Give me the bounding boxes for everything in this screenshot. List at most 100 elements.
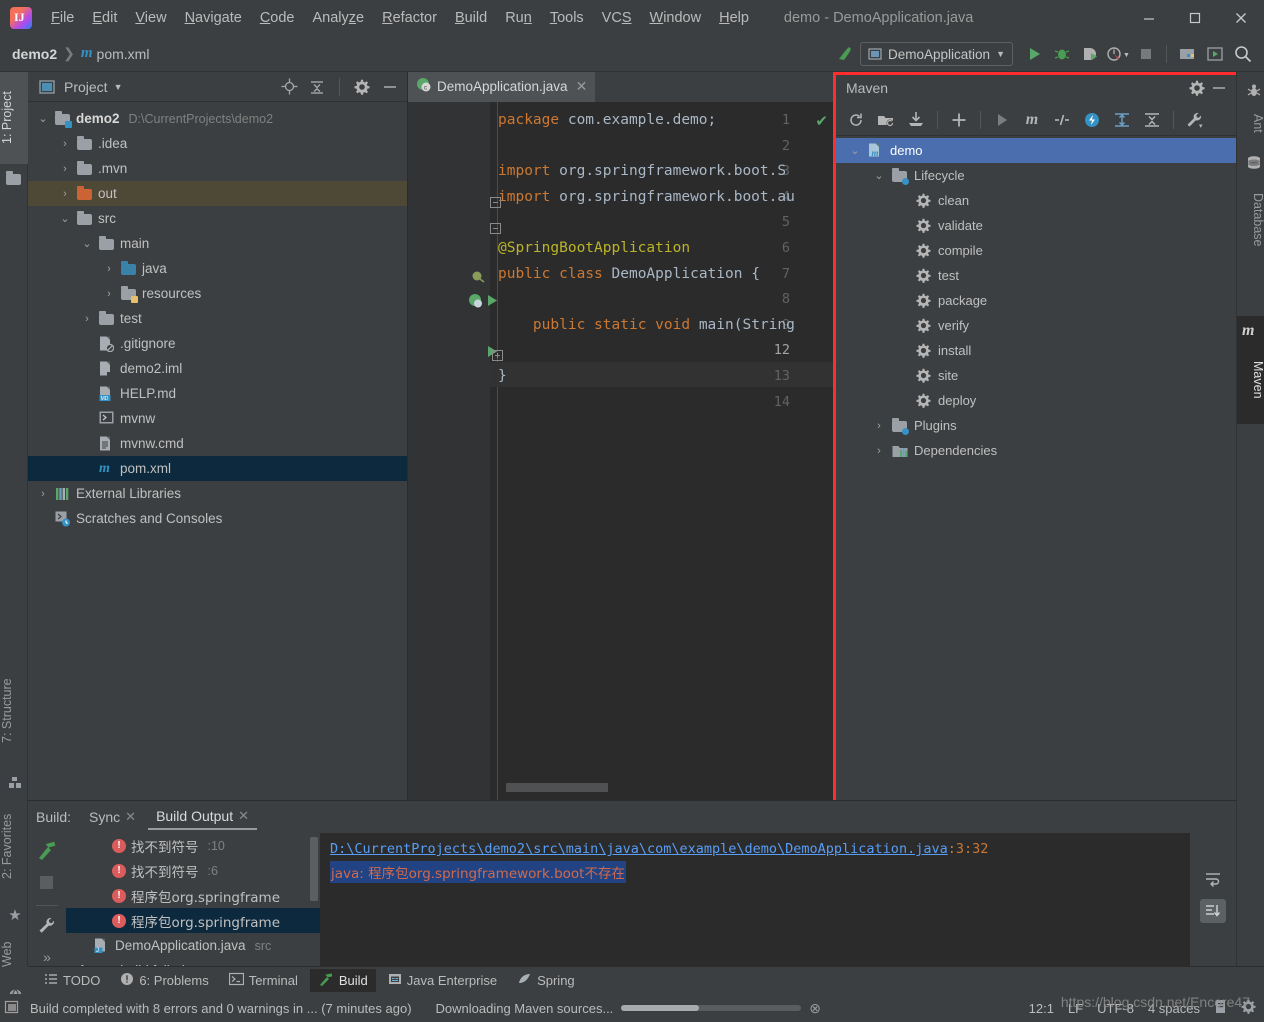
menu-analyze[interactable]: Analyze — [304, 6, 374, 30]
maven-tree-row[interactable]: install — [836, 338, 1236, 363]
bottom-tab-problems[interactable]: 6: Problems — [112, 969, 216, 992]
run-icon[interactable] — [1021, 41, 1047, 67]
reimport-icon[interactable] — [842, 107, 870, 133]
menu-help[interactable]: Help — [710, 6, 758, 30]
project-tree-row[interactable]: · Scratches and Consoles — [28, 506, 407, 531]
chevron-down-icon[interactable]: ⌄ — [58, 212, 72, 225]
project-tree-row[interactable]: › java — [28, 256, 407, 281]
maven-tree-row[interactable]: package — [836, 288, 1236, 313]
maven-tree-row[interactable]: verify — [836, 313, 1236, 338]
fold-expand-icon[interactable] — [492, 349, 503, 364]
project-tree-row[interactable]: › out — [28, 181, 407, 206]
soft-wrap-icon[interactable] — [1200, 867, 1226, 891]
maven-tree-row[interactable]: ⌄ m demo — [836, 138, 1236, 163]
build-tree-scrollbar[interactable] — [310, 837, 318, 901]
vcs-update-icon[interactable] — [832, 41, 858, 67]
project-tree[interactable]: ⌄ demo2 D:\CurrentProjects\demo2 › .idea › .mv… — [28, 102, 407, 531]
maximize-icon[interactable] — [1172, 0, 1218, 36]
inspection-status-icon[interactable]: ✔ — [815, 112, 828, 130]
project-tree-row[interactable]: · .gitignore — [28, 331, 407, 356]
bottom-tab-java-enterprise[interactable]: Java Enterprise — [380, 969, 505, 992]
editor-horizontal-scrollbar[interactable] — [506, 783, 608, 792]
sidebar-item-structure[interactable]: 7: Structure — [0, 656, 28, 766]
run-with-coverage-icon[interactable] — [1077, 41, 1103, 67]
chevron-down-icon[interactable]: ⌄ — [872, 169, 886, 182]
bottom-tab-build[interactable]: Build — [309, 969, 376, 992]
fold-region-icon[interactable] — [490, 222, 501, 237]
project-tree-row[interactable]: › External Libraries — [28, 481, 407, 506]
chevron-right-icon[interactable]: › — [102, 288, 116, 300]
project-tree-row[interactable]: ⌄ src — [28, 206, 407, 231]
settings-wrench-icon[interactable]: ▾ — [1181, 107, 1209, 133]
sidebar-item-web[interactable]: Web — [0, 928, 28, 980]
maven-tree-row[interactable]: clean — [836, 188, 1236, 213]
editor-tab-demoapplication[interactable]: c DemoApplication.java ✕ — [408, 72, 596, 102]
menu-refactor[interactable]: Refactor — [373, 6, 446, 30]
update-running-application-icon[interactable] — [1202, 41, 1228, 67]
caret-position[interactable]: 12:1 — [1029, 1001, 1054, 1016]
stop-icon[interactable] — [38, 874, 56, 895]
wrench-icon[interactable] — [37, 916, 57, 939]
chevron-right-icon[interactable]: › — [872, 445, 886, 457]
stop-icon[interactable] — [1133, 41, 1159, 67]
cancel-task-icon[interactable]: ⊗ — [809, 1000, 821, 1017]
maven-tree-row[interactable]: test — [836, 263, 1236, 288]
bottom-tab-terminal[interactable]: Terminal — [221, 969, 306, 992]
project-tree-row[interactable]: · demo2.iml — [28, 356, 407, 381]
toggle-skip-tests-icon[interactable] — [1048, 107, 1076, 133]
hide-icon[interactable] — [1208, 77, 1230, 99]
menu-vcs[interactable]: VCS — [593, 6, 641, 30]
menu-window[interactable]: Window — [641, 6, 711, 30]
download-sources-icon[interactable] — [902, 107, 930, 133]
build-error-file-link[interactable]: D:\CurrentProjects\demo2\src\main\java\c… — [330, 841, 948, 857]
sidebar-item-favorites[interactable]: 2: Favorites — [0, 794, 28, 898]
chevron-right-icon[interactable]: › — [58, 163, 72, 175]
minimize-icon[interactable] — [1126, 0, 1172, 36]
chevron-down-icon[interactable]: ▼ — [114, 82, 123, 92]
bean-icon[interactable] — [470, 268, 485, 286]
maven-tree-row[interactable]: compile — [836, 238, 1236, 263]
maven-tree-row[interactable]: ⌄ Lifecycle — [836, 163, 1236, 188]
chevron-right-icon[interactable]: › — [80, 313, 94, 325]
menu-edit[interactable]: Edit — [83, 6, 126, 30]
project-tree-row[interactable]: ⌄ main — [28, 231, 407, 256]
profiler-icon[interactable]: ▼ — [1105, 41, 1131, 67]
search-everywhere-icon[interactable] — [1230, 41, 1256, 67]
close-icon[interactable]: ✕ — [576, 78, 588, 95]
project-tree-row[interactable]: › test — [28, 306, 407, 331]
build-tree-row[interactable]: ! 程序包org.springframe — [66, 883, 320, 908]
build-tree-row[interactable]: J DemoApplication.java src — [66, 933, 320, 958]
chevron-right-icon[interactable]: › — [58, 138, 72, 150]
menu-build[interactable]: Build — [446, 6, 496, 30]
maven-tree-row[interactable]: deploy — [836, 388, 1236, 413]
breadcrumb-item-file[interactable]: pom.xml — [97, 46, 150, 62]
maven-tree-row[interactable]: validate — [836, 213, 1236, 238]
menu-run[interactable]: Run — [496, 6, 541, 30]
chevron-down-icon[interactable]: ⌄ — [36, 112, 50, 125]
project-tree-row[interactable]: › .idea — [28, 131, 407, 156]
project-tree-row[interactable]: › resources — [28, 281, 407, 306]
gear-icon[interactable] — [1186, 77, 1208, 99]
build-tab-sync[interactable]: Sync ✕ — [81, 805, 144, 829]
spring-bean-icon[interactable] — [468, 293, 484, 312]
build-tab-build-output[interactable]: Build Output ✕ — [148, 804, 258, 830]
project-structure-icon[interactable] — [1174, 41, 1200, 67]
sidebar-item-maven[interactable]: Maven — [1237, 344, 1264, 416]
bottom-tab-todo[interactable]: TODO — [36, 969, 108, 992]
project-tree-row[interactable]: › .mvn — [28, 156, 407, 181]
collapse-all-icon[interactable] — [306, 76, 328, 98]
project-tree-row[interactable]: · mvnw.cmd — [28, 431, 407, 456]
project-tree-row[interactable]: · MD HELP.md — [28, 381, 407, 406]
chevron-right-icon[interactable]: › — [58, 188, 72, 200]
build-tree-row[interactable]: ! 找不到符号:6 — [66, 858, 320, 883]
menu-tools[interactable]: Tools — [541, 6, 593, 30]
maven-tree-row[interactable]: › Dependencies — [836, 438, 1236, 463]
close-icon[interactable] — [1218, 0, 1264, 36]
chevron-right-icon[interactable]: › — [102, 263, 116, 275]
toggle-offline-icon[interactable] — [1078, 107, 1106, 133]
maven-tree[interactable]: ⌄ m demo ⌄ Lifecycle clean validate compile test… — [836, 136, 1236, 463]
sidebar-item-project[interactable]: 1: Project — [0, 72, 28, 164]
project-tree-row[interactable]: · m pom.xml — [28, 456, 407, 481]
maven-tree-row[interactable]: site — [836, 363, 1236, 388]
build-console[interactable]: D:\CurrentProjects\demo2\src\main\java\c… — [320, 833, 1190, 967]
